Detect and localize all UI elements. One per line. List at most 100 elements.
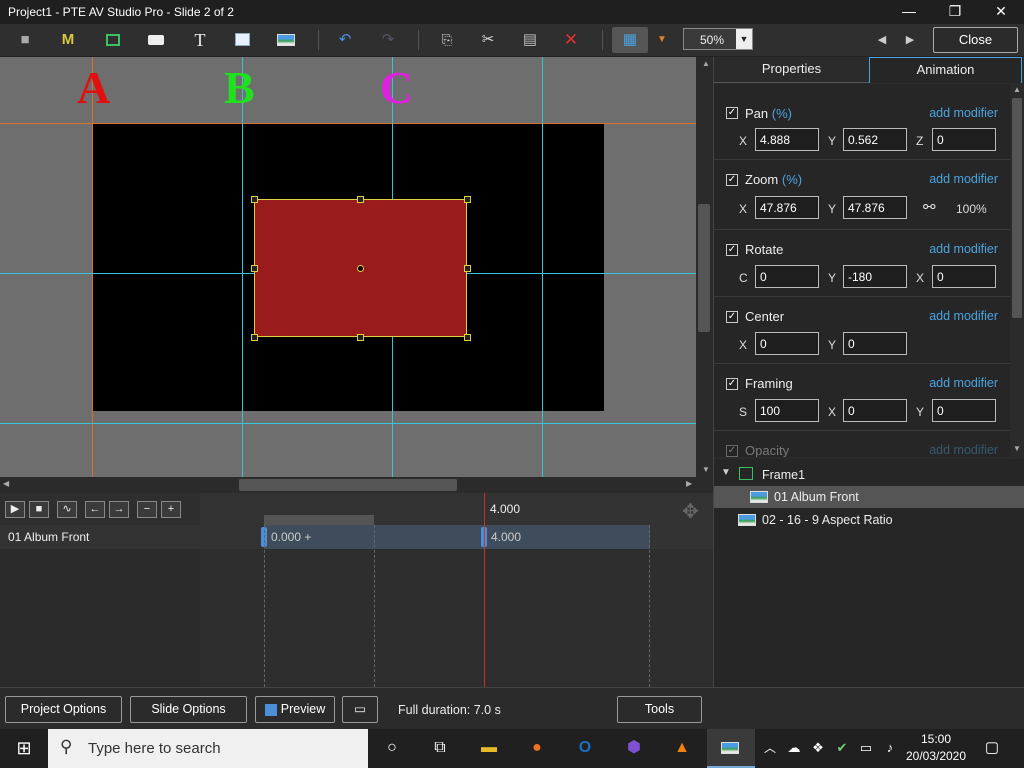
rotate-checkbox[interactable]: ✓ [726,244,738,256]
scroll-thumb[interactable] [239,479,457,491]
button-icon[interactable] [144,29,168,51]
close-window-button[interactable]: ✕ [978,0,1024,24]
framing-checkbox[interactable]: ✓ [726,378,738,390]
screen-icon[interactable]: ▭ [342,696,378,723]
canvas-horizontal-scrollbar[interactable]: ◀ ▶ [0,477,696,493]
slide-options-button[interactable]: Slide Options [130,696,247,723]
cortana-icon[interactable]: ○ [380,737,404,759]
zoom-add-modifier-link[interactable]: add modifier [929,172,998,186]
tools-button[interactable]: Tools [617,696,702,723]
grid-icon[interactable]: ▦ [612,27,648,53]
search-input[interactable]: ⚲ Type here to search [48,729,368,768]
timeline-ruler[interactable]: 4.000 [200,493,713,525]
playhead[interactable] [484,493,485,687]
prev-keyframe-icon[interactable]: ← [85,501,105,518]
resize-handle[interactable] [251,265,258,272]
center-handle[interactable] [357,265,364,272]
link-icon[interactable]: ⚯ [923,198,936,216]
redo-icon[interactable]: ↷ [376,29,400,51]
zoom-y-input[interactable]: 47.876 [843,196,907,219]
framing-s-input[interactable]: 100 [755,399,819,422]
resize-handle[interactable] [357,196,364,203]
zoom-x-input[interactable]: 47.876 [755,196,819,219]
dropdown-arrow-icon[interactable]: ▼ [650,29,674,51]
tree-item-frame1[interactable]: ▼ Frame1 [714,464,1024,486]
scroll-thumb[interactable] [698,204,710,332]
resize-handle[interactable] [464,196,471,203]
resize-handle[interactable] [251,334,258,341]
rotate-add-modifier-link[interactable]: add modifier [929,242,998,256]
maximize-button[interactable]: ❐ [932,0,978,24]
rectangle-icon[interactable] [230,29,254,51]
chevron-down-icon[interactable]: ▼ [721,467,731,478]
cut-icon[interactable]: ✂ [476,29,500,51]
framing-add-modifier-link[interactable]: add modifier [929,376,998,390]
image-icon[interactable] [274,29,298,51]
mask-icon[interactable]: M [56,29,80,51]
frame-icon[interactable] [101,29,125,51]
waveform-icon[interactable]: ∿ [57,501,77,518]
windows-start-icon[interactable]: ⊞ [12,737,36,759]
remove-keyframe-icon[interactable]: − [137,501,157,518]
track-row[interactable]: 01 Album Front 0.000 + 4.000 [0,525,713,549]
next-keyframe-icon[interactable]: → [109,501,129,518]
notifications-icon[interactable]: ▢ [980,737,1004,759]
clock[interactable]: 15:00 20/03/2020 [905,732,967,763]
chevron-down-icon[interactable]: ▼ [736,29,752,49]
tab-properties[interactable]: Properties [714,57,869,83]
resize-handle[interactable] [464,265,471,272]
rotate-c-input[interactable]: 0 [755,265,819,288]
zoom-select[interactable]: 50% ▼ [683,28,753,50]
framing-y-input[interactable]: 0 [932,399,996,422]
firefox-icon[interactable]: ● [525,737,549,759]
framing-x-input[interactable]: 0 [843,399,907,422]
zoom-checkbox[interactable]: ✓ [726,174,738,186]
opacity-add-modifier-link[interactable]: add modifier [929,443,998,457]
resize-handle[interactable] [251,196,258,203]
minimize-button[interactable]: — [886,0,932,24]
delete-icon[interactable]: ✕ [559,29,583,51]
move-icon[interactable]: ✥ [682,499,699,524]
pan-x-input[interactable]: 4.888 [755,128,819,151]
text-icon[interactable]: T [188,29,212,51]
network-icon[interactable]: ▭ [854,737,878,759]
scroll-thumb[interactable] [1012,98,1022,318]
tab-animation[interactable]: Animation [869,57,1022,83]
tree-item-album-front[interactable]: 01 Album Front [714,486,1024,508]
volume-icon[interactable]: ♪ [878,737,902,759]
dropbox-icon[interactable]: ❖ [806,737,830,759]
play-icon[interactable]: ▶ [5,501,25,518]
opacity-checkbox[interactable]: ✓ [726,445,738,457]
task-view-icon[interactable]: ⧉ [428,737,452,759]
next-slide-icon[interactable]: ▶ [898,29,922,51]
pte-taskbar-button[interactable] [707,729,755,768]
project-options-button[interactable]: Project Options [5,696,122,723]
add-keyframe-icon[interactable]: + [161,501,181,518]
canvas-vertical-scrollbar[interactable]: ▲ ▼ [696,57,713,477]
chevron-up-icon[interactable]: ︿ [758,737,782,759]
center-add-modifier-link[interactable]: add modifier [929,309,998,323]
stop-icon[interactable]: ■ [29,501,49,518]
pan-y-input[interactable]: 0.562 [843,128,907,151]
pan-add-modifier-link[interactable]: add modifier [929,106,998,120]
outlook-icon[interactable]: O [573,737,597,759]
vlc-icon[interactable]: ▲ [670,737,694,759]
rotate-y-input[interactable]: -180 [843,265,907,288]
pan-z-input[interactable]: 0 [932,128,996,151]
center-x-input[interactable]: 0 [755,332,819,355]
sync-icon[interactable]: ✔ [830,737,854,759]
cloud-icon[interactable]: ☁ [782,737,806,759]
file-explorer-icon[interactable]: ▬ [477,737,501,759]
paste-icon[interactable]: ▤ [518,29,542,51]
slide-canvas[interactable]: A B C [0,57,696,477]
center-checkbox[interactable]: ✓ [726,311,738,323]
close-button[interactable]: Close [933,27,1018,53]
rotate-x-input[interactable]: 0 [932,265,996,288]
app-icon[interactable]: ⬢ [622,737,646,759]
properties-scrollbar[interactable]: ▲ ▼ [1010,84,1024,457]
resize-handle[interactable] [357,334,364,341]
undo-icon[interactable]: ↶ [333,29,357,51]
tree-item-aspect-ratio[interactable]: 02 - 16 - 9 Aspect Ratio [714,509,1024,531]
preview-button[interactable]: Preview [255,696,335,723]
center-y-input[interactable]: 0 [843,332,907,355]
